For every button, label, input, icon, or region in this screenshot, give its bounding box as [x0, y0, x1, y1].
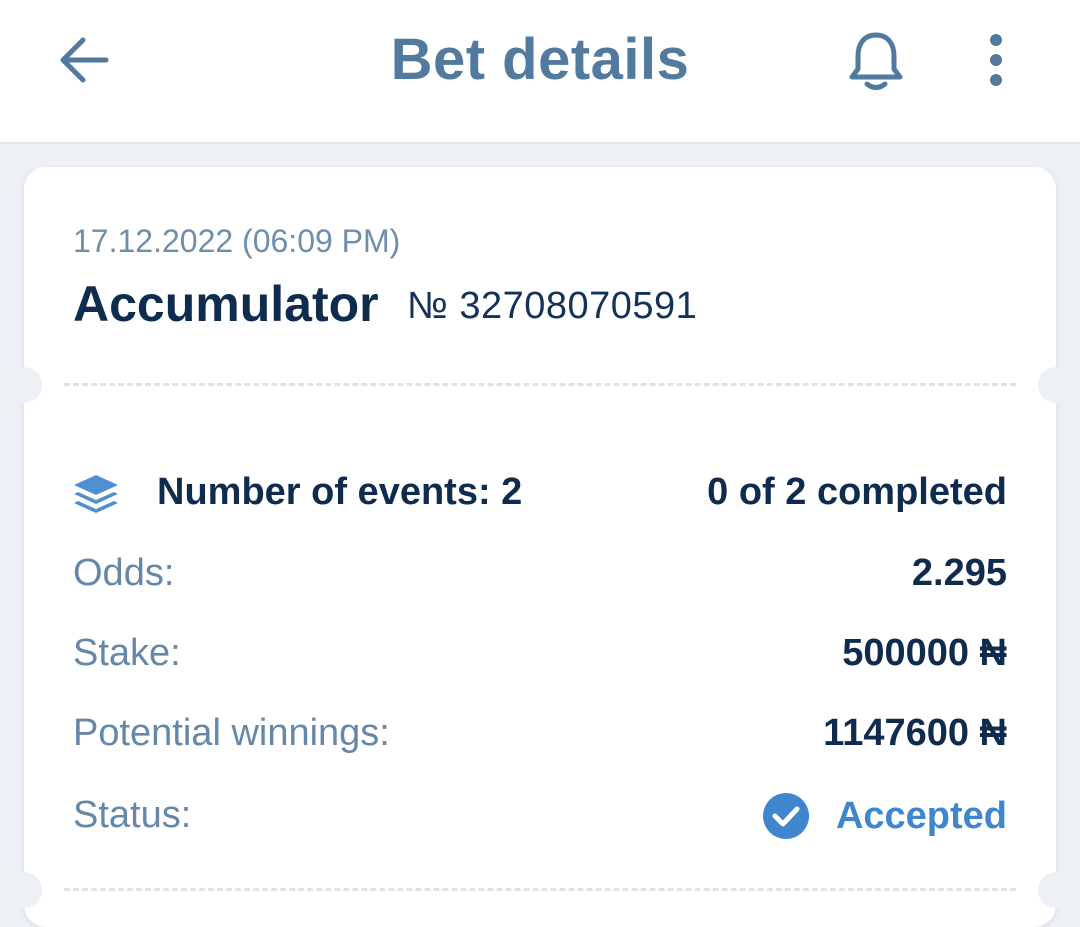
- bet-type: Accumulator: [73, 276, 379, 332]
- bet-card: 17.12.2022 (06:09 PM) Accumulator № 3270…: [6, 167, 1074, 927]
- bet-date: 17.12.2022 (06:09 PM): [73, 223, 401, 259]
- more-vertical-icon: [990, 34, 1002, 86]
- more-menu-button[interactable]: [966, 28, 1026, 92]
- potential-winnings-label: Potential winnings:: [73, 712, 390, 754]
- stake-value: 500000 ₦: [842, 632, 1007, 674]
- status-value: Accepted: [835, 794, 1007, 837]
- ticket-divider-bottom: [64, 888, 1016, 891]
- layers-icon: [74, 475, 118, 513]
- odds-label: Odds:: [73, 552, 175, 594]
- bell-icon: [849, 32, 903, 90]
- status-label: Status:: [73, 794, 192, 836]
- ticket-notch-left: [6, 367, 42, 403]
- events-progress: 0 of 2 completed: [707, 471, 1007, 513]
- events-count: Number of events: 2: [157, 471, 523, 513]
- stake-label: Stake:: [73, 632, 181, 674]
- notifications-button[interactable]: [842, 26, 910, 96]
- ticket-notch-left-bottom: [6, 872, 42, 908]
- page-title: Bet details: [390, 27, 690, 92]
- ticket-notch-right: [1038, 367, 1074, 403]
- ticket-notch-right-bottom: [1038, 872, 1074, 908]
- potential-winnings-value: 1147600 ₦: [823, 712, 1007, 754]
- check-circle-icon: [762, 793, 809, 839]
- app-header: Bet details: [0, 0, 1080, 144]
- odds-value: 2.295: [911, 552, 1007, 594]
- status-badge: Accepted: [762, 792, 1007, 840]
- bet-number: № 32708070591: [407, 285, 698, 327]
- ticket-divider: [64, 383, 1016, 386]
